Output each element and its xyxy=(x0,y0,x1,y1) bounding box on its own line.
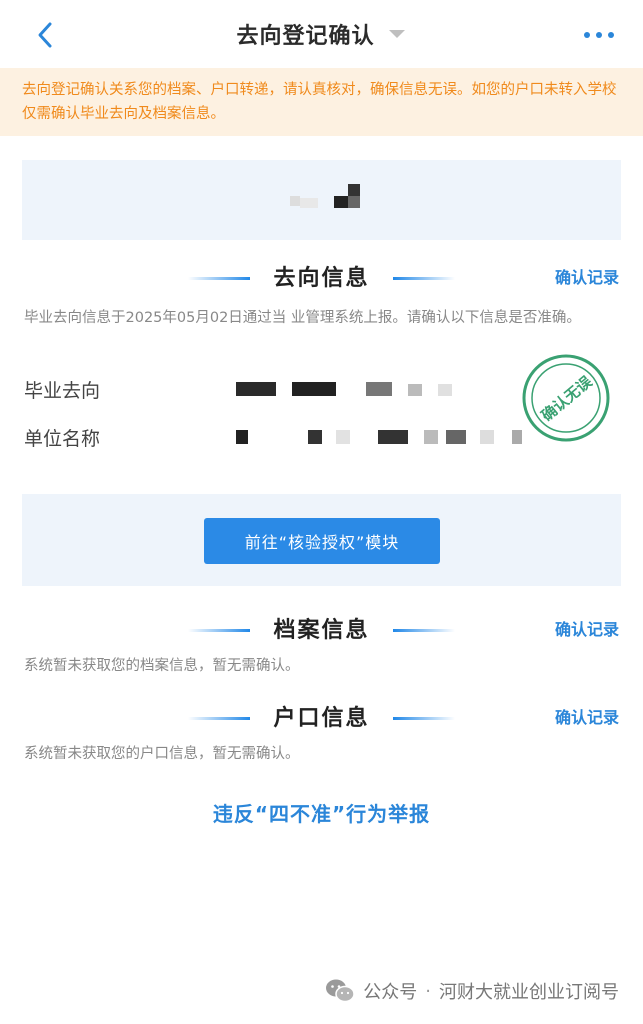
profile-card xyxy=(22,160,621,240)
watermark-separator: · xyxy=(425,980,431,1002)
report-violation-link[interactable]: 违反“四不准”行为举报 xyxy=(0,798,643,827)
hukou-record-link[interactable]: 确认记录 xyxy=(555,704,619,728)
wechat-watermark: 公众号 · 河财大就业创业订阅号 xyxy=(325,978,619,1004)
wechat-icon xyxy=(326,979,356,1003)
more-dots-icon xyxy=(584,32,614,38)
section-title: 户口信息 xyxy=(273,706,370,731)
stamp-text: 确认无误 xyxy=(538,372,596,425)
notice-banner: 去向登记确认关系您的档案、户口转递，请认真核对，确保信息无误。如您的户口未转入学… xyxy=(0,68,643,136)
title-dropdown[interactable]: 去向登记确认 xyxy=(236,18,406,50)
confirmed-stamp: 确认无误 xyxy=(522,354,610,442)
field-label-company: 单位名称 xyxy=(24,428,101,450)
caret-down-icon xyxy=(388,30,405,38)
destination-section-header: 去向信息 确认记录 xyxy=(0,256,643,296)
divider-right xyxy=(393,629,455,632)
field-label-destination: 毕业去向 xyxy=(24,380,101,402)
divider-right xyxy=(393,277,455,280)
hukou-section-header: 户口信息 确认记录 xyxy=(0,696,643,736)
destination-record-link[interactable]: 确认记录 xyxy=(555,264,619,288)
notice-text: 去向登记确认关系您的档案、户口转递，请认真核对，确保信息无误。如您的户口未转入学… xyxy=(22,82,617,122)
destination-description: 毕业去向信息于2025年05月02日通过当 业管理系统上报。请确认以下信息是否准… xyxy=(24,310,581,326)
hukou-description: 系统暂未获取您的户口信息，暂无需确认。 xyxy=(24,746,300,762)
section-title: 去向信息 xyxy=(273,266,370,291)
archive-description: 系统暂未获取您的档案信息，暂无需确认。 xyxy=(24,658,300,674)
archive-record-link[interactable]: 确认记录 xyxy=(555,616,619,640)
more-button[interactable] xyxy=(579,20,619,50)
verify-authorization-button[interactable]: 前往“核验授权”模块 xyxy=(204,518,440,564)
watermark-account: 河财大就业创业订阅号 xyxy=(439,982,619,1003)
chevron-left-icon xyxy=(38,22,52,48)
archive-section-header: 档案信息 确认记录 xyxy=(0,608,643,648)
section-title: 档案信息 xyxy=(273,618,370,643)
back-button[interactable] xyxy=(28,18,62,52)
page-title: 去向登记确认 xyxy=(236,24,375,49)
divider-right xyxy=(393,717,455,720)
top-bar: 去向登记确认 xyxy=(0,0,643,68)
watermark-prefix: 公众号 xyxy=(363,982,418,1003)
